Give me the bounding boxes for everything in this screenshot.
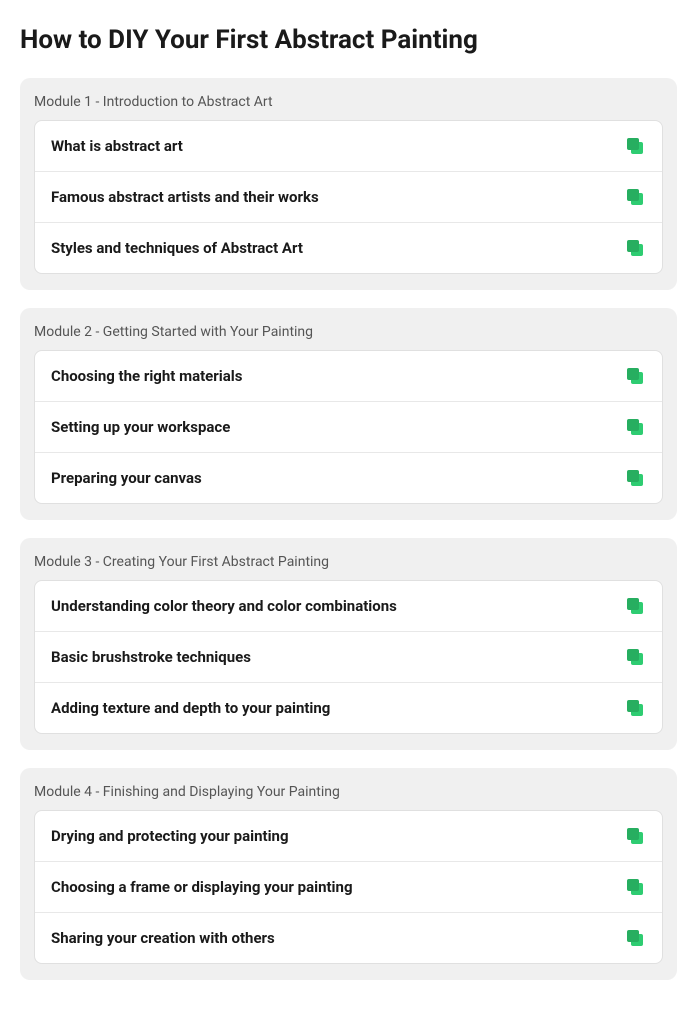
copy-icon[interactable] (624, 646, 646, 668)
lesson-list-4: Drying and protecting your painting Choo… (34, 810, 663, 964)
lesson-list-2: Choosing the right materials Setting up … (34, 350, 663, 504)
lesson-item-4-3[interactable]: Sharing your creation with others (35, 913, 662, 963)
lesson-list-3: Understanding color theory and color com… (34, 580, 663, 734)
module-label-3: Module 3 - Creating Your First Abstract … (34, 554, 663, 570)
module-label-2: Module 2 - Getting Started with Your Pai… (34, 324, 663, 340)
lesson-title-4-1: Drying and protecting your painting (51, 827, 289, 845)
lesson-item-1-1[interactable]: What is abstract art (35, 121, 662, 172)
lesson-item-2-1[interactable]: Choosing the right materials (35, 351, 662, 402)
copy-icon[interactable] (624, 416, 646, 438)
lesson-title-3-1: Understanding color theory and color com… (51, 597, 397, 615)
lesson-title-4-3: Sharing your creation with others (51, 929, 275, 947)
copy-icon[interactable] (624, 697, 646, 719)
lesson-item-1-3[interactable]: Styles and techniques of Abstract Art (35, 223, 662, 273)
module-section-4: Module 4 - Finishing and Displaying Your… (20, 768, 677, 980)
module-label-4: Module 4 - Finishing and Displaying Your… (34, 784, 663, 800)
copy-icon[interactable] (624, 876, 646, 898)
module-section-2: Module 2 - Getting Started with Your Pai… (20, 308, 677, 520)
lesson-title-3-2: Basic brushstroke techniques (51, 648, 251, 666)
copy-icon[interactable] (624, 237, 646, 259)
lesson-item-3-1[interactable]: Understanding color theory and color com… (35, 581, 662, 632)
copy-icon[interactable] (624, 825, 646, 847)
lesson-item-4-1[interactable]: Drying and protecting your painting (35, 811, 662, 862)
lesson-item-2-2[interactable]: Setting up your workspace (35, 402, 662, 453)
copy-icon[interactable] (624, 186, 646, 208)
lesson-title-3-3: Adding texture and depth to your paintin… (51, 699, 330, 717)
lesson-item-2-3[interactable]: Preparing your canvas (35, 453, 662, 503)
copy-icon[interactable] (624, 595, 646, 617)
module-label-1: Module 1 - Introduction to Abstract Art (34, 94, 663, 110)
lesson-title-1-3: Styles and techniques of Abstract Art (51, 239, 303, 257)
module-section-1: Module 1 - Introduction to Abstract Art W… (20, 78, 677, 290)
copy-icon[interactable] (624, 135, 646, 157)
lesson-title-1-2: Famous abstract artists and their works (51, 188, 319, 206)
lesson-title-2-1: Choosing the right materials (51, 367, 242, 385)
copy-icon[interactable] (624, 927, 646, 949)
lesson-item-3-3[interactable]: Adding texture and depth to your paintin… (35, 683, 662, 733)
lesson-item-3-2[interactable]: Basic brushstroke techniques (35, 632, 662, 683)
modules-container: Module 1 - Introduction to Abstract Art W… (20, 78, 677, 980)
lesson-item-4-2[interactable]: Choosing a frame or displaying your pain… (35, 862, 662, 913)
lesson-title-1-1: What is abstract art (51, 137, 183, 155)
lesson-item-1-2[interactable]: Famous abstract artists and their works (35, 172, 662, 223)
copy-icon[interactable] (624, 467, 646, 489)
page-title: How to DIY Your First Abstract Painting (20, 24, 677, 58)
lesson-title-2-3: Preparing your canvas (51, 469, 202, 487)
lesson-list-1: What is abstract art Famous abstract art… (34, 120, 663, 274)
lesson-title-4-2: Choosing a frame or displaying your pain… (51, 878, 353, 896)
module-section-3: Module 3 - Creating Your First Abstract … (20, 538, 677, 750)
copy-icon[interactable] (624, 365, 646, 387)
lesson-title-2-2: Setting up your workspace (51, 418, 230, 436)
